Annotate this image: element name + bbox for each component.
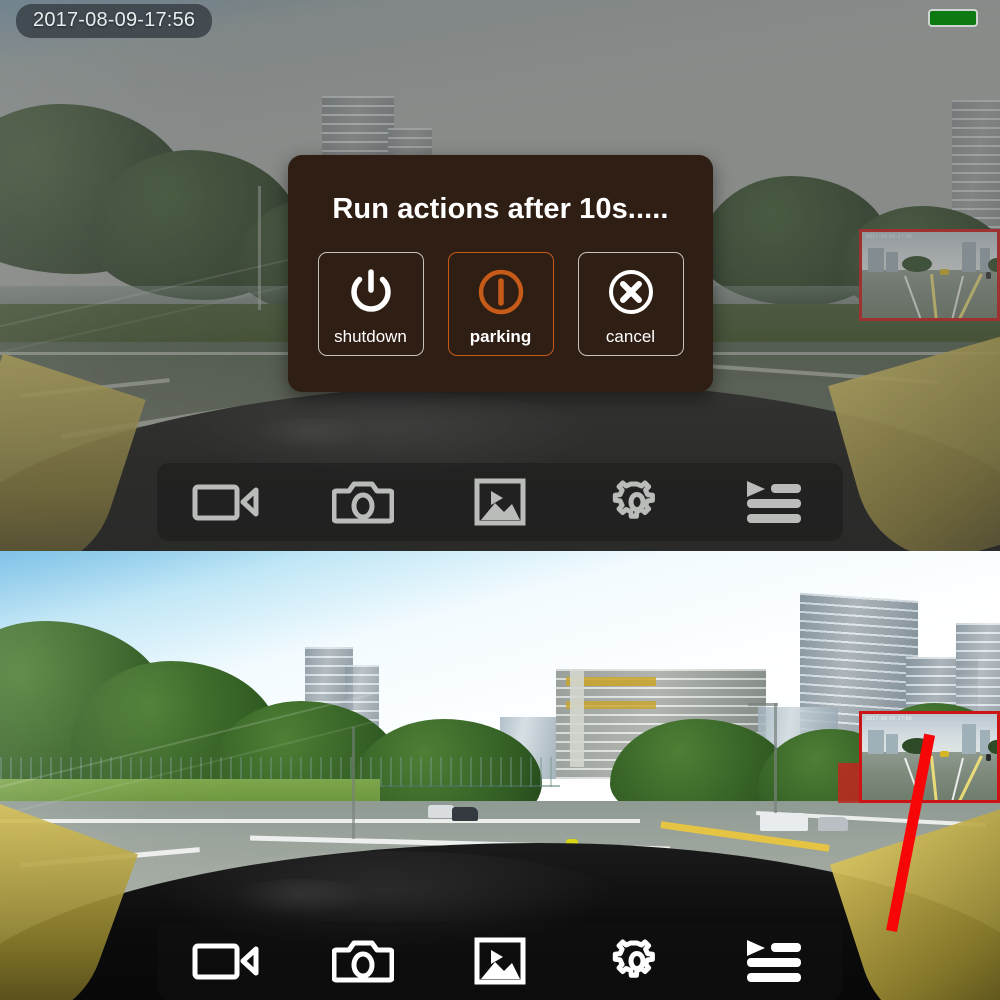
shutdown-label: shutdown [334,326,407,346]
pip-scene: 2017-08-09-17:56 [862,232,997,318]
toolbar-item-playlist[interactable] [731,931,817,991]
pip-vehicle [940,751,949,757]
dialog-title: Run actions after 10s..... [332,193,669,225]
cancel-label: cancel [605,326,656,346]
shutdown-button[interactable]: shutdown [317,252,424,356]
image-gallery-icon [474,478,526,526]
image-gallery-icon [474,937,526,985]
vehicle-truck [760,813,808,831]
toolbar-item-settings[interactable] [594,931,680,991]
pip-vehicle [986,754,991,761]
photo-camera-icon [331,940,394,983]
lane-marking [0,819,640,823]
pip-inset[interactable]: 2017-08-09-17:56 [859,229,1000,321]
pip-vehicle [940,269,949,275]
battery-full-icon [928,9,978,27]
cancel-button[interactable]: cancel [577,252,684,356]
street-lamp [774,703,777,813]
toolbar-item-gallery[interactable] [457,931,543,991]
pip-building [868,248,884,272]
dashboard-reflection [250,418,370,452]
pip-building [868,730,884,754]
run-actions-dialog: Run actions after 10s..... shutdown park… [288,155,713,392]
pip-building [962,242,976,272]
gear-icon [612,480,656,519]
dashboard-reflection [230,879,370,917]
toolbar-item-gallery[interactable] [457,472,543,532]
toolbar [157,463,843,541]
dashcam-screen: 2017-08-09-17:56 2017-08-09-17:56 Run ac… [0,0,1000,1000]
bottom-dashcam-scene: 2017-08-09-17:56 [0,551,1000,1000]
parking-button[interactable]: parking [447,252,554,356]
playlist-icon [747,940,802,982]
pip-tree [988,258,997,272]
power-icon [344,264,398,320]
pip-timestamp: 2017-08-09-17:56 [866,234,913,240]
vehicle-car [452,807,478,821]
top-preview-panel: 2017-08-09-17:56 2017-08-09-17:56 Run ac… [0,0,1000,551]
pip-building [886,734,898,754]
toolbar-item-photo[interactable] [320,931,406,991]
toolbar-item-playlist[interactable] [731,472,817,532]
red-signboard [838,763,860,803]
street-lamp [352,727,355,839]
street-lamp-arm [748,703,778,706]
pip-tree [902,256,932,272]
toolbar-item-video[interactable] [183,931,269,991]
signage-banner-vertical [570,671,584,767]
photo-camera-icon [331,481,394,524]
toolbar-item-photo[interactable] [320,472,406,532]
dialog-actions: shutdown parking cancel [288,252,713,356]
vehicle-car [818,817,848,831]
bottom-preview-panel: 2017-08-09-17:56 [0,551,1000,1000]
toolbar [157,922,843,1000]
pip-vehicle [986,272,991,279]
parking-circle-icon [474,264,528,320]
toolbar-item-settings[interactable] [594,472,680,532]
close-circle-icon [604,264,658,320]
gear-icon [612,939,656,978]
parking-label: parking [469,326,532,346]
video-camera-icon [192,484,259,521]
pip-tree [988,740,997,754]
pip-building [962,724,976,754]
playlist-icon [747,481,802,523]
pip-timestamp: 2017-08-09-17:56 [866,716,913,722]
pip-building [886,252,898,272]
video-camera-icon [192,943,259,980]
toolbar-item-video[interactable] [183,472,269,532]
timestamp-badge: 2017-08-09-17:56 [16,4,213,38]
top-dashcam-scene: 2017-08-09-17:56 2017-08-09-17:56 Run ac… [0,0,1000,551]
